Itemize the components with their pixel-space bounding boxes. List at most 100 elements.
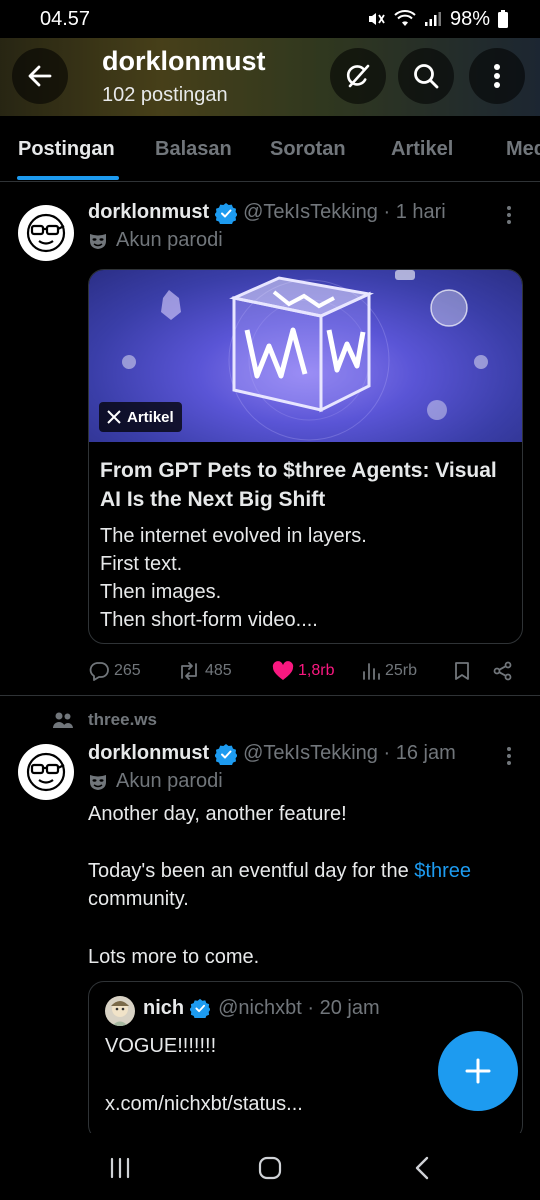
article-title: From GPT Pets to $three Agents: Visual A…	[100, 459, 497, 511]
verified-icon	[190, 998, 212, 1020]
bookmark-icon	[455, 662, 469, 680]
battery-text: 98%	[449, 7, 490, 30]
signal-icon	[424, 11, 442, 27]
home-button[interactable]	[250, 1153, 290, 1183]
back-button[interactable]	[12, 48, 68, 104]
verified-icon	[215, 202, 238, 224]
share-icon	[493, 661, 512, 681]
community-icon	[53, 712, 73, 728]
article-excerpt-line: First text.	[100, 553, 183, 575]
parody-mask-icon	[90, 774, 106, 790]
article-excerpt-line: The internet evolved in layers.	[100, 525, 367, 547]
community-name: three.ws	[88, 710, 157, 729]
recent-apps-button[interactable]	[100, 1153, 140, 1183]
views-icon	[363, 663, 380, 680]
reply-count: 265	[114, 662, 141, 679]
tweet-1[interactable]: dorklonmust @TekIsTekking · 1 hari Akun …	[0, 183, 540, 696]
x-logo-icon	[107, 410, 121, 424]
author-handle-time: @TekIsTekking · 1 hari	[243, 201, 446, 223]
system-nav-bar	[0, 1133, 540, 1200]
tweet-header: dorklonmust @TekIsTekking · 1 hari	[88, 201, 446, 224]
tweet-text-segment: Today's been an eventful day for the	[88, 860, 415, 882]
article-excerpt-line: Then short-form video....	[100, 609, 318, 631]
back-nav-button[interactable]	[402, 1153, 442, 1183]
author-handle-time: @TekIsTekking · 16 jam	[243, 742, 456, 764]
tab-postingan[interactable]: Postingan	[18, 138, 115, 161]
glasses-face-avatar-icon	[26, 213, 66, 253]
post-count: 102 postingan	[102, 84, 228, 106]
timeline: dorklonmust @TekIsTekking · 1 hari Akun …	[0, 183, 540, 1133]
search-button[interactable]	[398, 48, 454, 104]
article-badge: Artikel	[99, 402, 182, 432]
repost-count: 485	[205, 662, 232, 679]
quote-header: nich @nichxbt · 20 jam	[143, 997, 380, 1020]
tweet-text-line: Another day, another feature!	[88, 803, 347, 825]
reply-icon	[89, 662, 109, 681]
chevron-left-icon	[415, 1156, 429, 1180]
mute-icon	[366, 9, 386, 29]
status-time: 04.57	[40, 7, 91, 30]
quote-handle-time: @nichxbt · 20 jam	[218, 997, 380, 1019]
repost-icon	[181, 662, 197, 680]
article-excerpt-line: Then images.	[100, 581, 222, 603]
search-icon	[414, 64, 439, 89]
share-button[interactable]	[493, 661, 513, 681]
avatar[interactable]	[18, 205, 74, 261]
home-icon	[258, 1156, 282, 1180]
tweet-actions: 265 485 1,8rb 25rb	[88, 657, 518, 687]
views-button[interactable]: 25rb	[361, 661, 417, 681]
tweet-text-line: Today's been an eventful day for the $th…	[88, 857, 518, 885]
profile-header: dorklonmust 102 postingan	[0, 38, 540, 116]
bookmark-button[interactable]	[453, 661, 471, 681]
views-count: 25rb	[385, 662, 418, 679]
like-count: 1,8rb	[298, 662, 335, 679]
more-vertical-icon	[494, 64, 500, 88]
like-button[interactable]: 1,8rb	[272, 661, 334, 681]
avatar[interactable]	[18, 744, 74, 800]
compose-button[interactable]	[438, 1031, 518, 1111]
more-button[interactable]	[469, 48, 525, 104]
tweet-text-line: community.	[88, 888, 189, 910]
parody-text: Akun parodi	[116, 770, 223, 792]
heart-icon	[272, 661, 294, 680]
recent-apps-icon	[110, 1157, 130, 1179]
tweet-menu-button[interactable]	[506, 746, 512, 771]
plus-icon	[465, 1058, 491, 1084]
parody-label: Akun parodi	[88, 770, 223, 793]
tab-artikel[interactable]: Artikel	[391, 138, 453, 161]
article-cover-image: Artikel	[89, 270, 522, 442]
article-excerpt: The internet evolved in layers. First te…	[100, 522, 510, 634]
reply-button[interactable]: 265	[88, 661, 141, 681]
quote-author-name: nich	[143, 997, 185, 1019]
quote-avatar	[105, 996, 135, 1026]
verified-icon	[215, 743, 238, 765]
profile-tabs: Postingan Balasan Sorotan Artikel Med	[0, 116, 540, 182]
grok-icon	[346, 64, 370, 88]
back-arrow-icon	[28, 65, 52, 87]
author-name[interactable]: dorklonmust	[88, 201, 209, 224]
parody-mask-icon	[90, 233, 106, 249]
tweet-header: dorklonmust @TekIsTekking · 16 jam	[88, 742, 456, 765]
wifi-icon	[394, 10, 416, 28]
status-bar: 04.57 98%	[0, 0, 540, 38]
article-badge-label: Artikel	[127, 408, 174, 426]
parody-label: Akun parodi	[88, 229, 223, 252]
active-tab-indicator	[17, 176, 119, 180]
tweet-text-line: Lots more to come.	[88, 946, 260, 968]
tab-balasan[interactable]: Balasan	[155, 138, 232, 161]
tab-sorotan[interactable]: Sorotan	[270, 138, 346, 161]
more-vertical-icon	[507, 747, 511, 765]
battery-icon	[498, 10, 508, 28]
author-name[interactable]: dorklonmust	[88, 742, 209, 765]
article-card[interactable]: Artikel From GPT Pets to $three Agents: …	[88, 269, 523, 644]
tweet-menu-button[interactable]	[506, 205, 512, 230]
grok-button[interactable]	[330, 48, 386, 104]
community-context[interactable]: three.ws	[52, 710, 157, 730]
cashtag-link[interactable]: $three	[414, 860, 471, 882]
repost-button[interactable]: 485	[177, 661, 232, 681]
more-vertical-icon	[507, 206, 511, 224]
profile-name: dorklonmust	[102, 46, 266, 76]
parody-text: Akun parodi	[116, 229, 223, 251]
status-icons: 98%	[366, 8, 508, 31]
tab-media[interactable]: Med	[506, 138, 540, 161]
